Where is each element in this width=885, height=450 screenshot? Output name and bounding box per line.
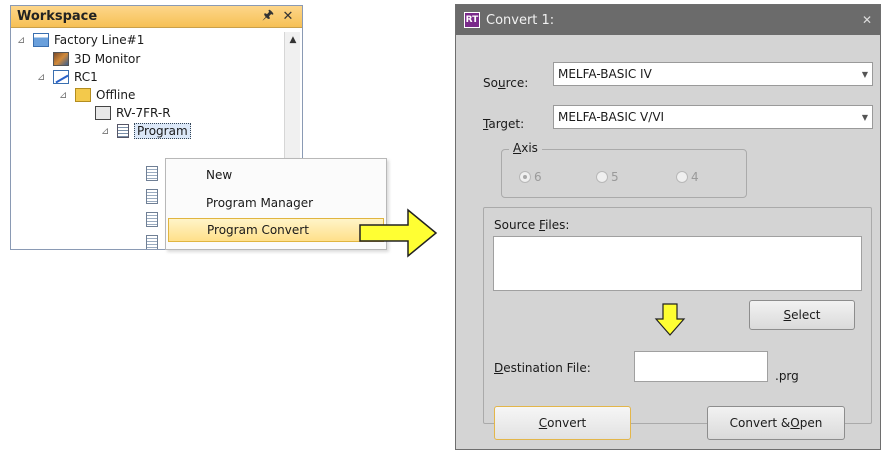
program-file-icon[interactable]	[146, 235, 158, 249]
dialog-titlebar: RT Convert 1: ✕	[456, 5, 880, 35]
down-arrow-icon	[654, 303, 686, 336]
controller-icon	[53, 70, 69, 84]
tree-item-label: Offline	[96, 88, 136, 102]
tree-item-rc1[interactable]: ⊿ RC1	[37, 68, 98, 86]
context-menu: New Program Manager Program Convert	[165, 158, 387, 250]
tree-item-offline[interactable]: ⊿ Offline	[59, 86, 135, 104]
chevron-down-icon[interactable]: ▼	[858, 113, 872, 122]
app-icon: RT	[464, 12, 480, 28]
robot-icon	[95, 106, 111, 120]
monitor-icon	[53, 52, 69, 66]
convert-open-button[interactable]: Convert & Open	[707, 406, 845, 440]
menu-item-program-manager[interactable]: Program Manager	[168, 191, 384, 215]
axis-radio-5[interactable]: 5	[596, 170, 619, 184]
axis-radio-4[interactable]: 4	[676, 170, 699, 184]
factory-icon	[33, 33, 49, 47]
target-label: Target:	[483, 117, 525, 131]
workspace-header: Workspace 🖈 ✕	[11, 6, 302, 28]
source-files-label: Source Files:	[494, 218, 570, 232]
select-button[interactable]: Select	[749, 300, 855, 330]
menu-item-program-convert[interactable]: Program Convert	[168, 218, 384, 242]
tree-item-label: RC1	[74, 70, 98, 84]
tree-item-label: Program	[134, 123, 191, 139]
tree-item-robot[interactable]: RV-7FR-R	[95, 104, 171, 122]
tree-item-factory[interactable]: ⊿ Factory Line#1	[17, 31, 144, 49]
menu-item-label: Program Manager	[206, 196, 314, 210]
collapse-icon[interactable]: ⊿	[101, 126, 113, 137]
program-file-icon[interactable]	[146, 189, 158, 204]
menu-item-label: Program Convert	[207, 223, 309, 237]
right-arrow-icon	[359, 208, 438, 258]
target-value: MELFA-BASIC V/VI	[558, 110, 665, 124]
close-icon[interactable]: ✕	[280, 9, 296, 24]
tree-item-label: RV-7FR-R	[116, 106, 171, 120]
source-label: Source:	[483, 76, 529, 90]
source-dropdown[interactable]: MELFA-BASIC IV ▼	[553, 62, 873, 86]
convert-dialog: RT Convert 1: ✕ Source: MELFA-BASIC IV ▼…	[455, 4, 881, 450]
program-file-icon[interactable]	[146, 212, 158, 227]
chevron-down-icon[interactable]: ▼	[858, 70, 872, 79]
axis-radio-6[interactable]: 6	[519, 170, 542, 184]
pin-icon[interactable]: 🖈	[260, 6, 276, 28]
dialog-close-icon[interactable]: ✕	[862, 13, 872, 27]
destination-file-input[interactable]	[634, 351, 768, 382]
target-dropdown[interactable]: MELFA-BASIC V/VI ▼	[553, 105, 873, 129]
collapse-icon[interactable]: ⊿	[59, 90, 71, 101]
source-value: MELFA-BASIC IV	[558, 67, 652, 81]
convert-button[interactable]: Convert	[494, 406, 631, 440]
menu-item-new[interactable]: New	[168, 163, 384, 187]
axis-label: Axis	[509, 141, 542, 155]
collapse-icon[interactable]: ⊿	[17, 35, 29, 46]
dialog-title: Convert 1:	[486, 12, 555, 28]
scroll-up-icon[interactable]: ▲	[285, 32, 301, 48]
destination-label: Destination File:	[494, 361, 591, 375]
radio-icon	[596, 171, 608, 183]
tree-item-program[interactable]: ⊿ Program	[101, 122, 191, 140]
radio-selected-icon	[519, 171, 531, 183]
source-files-list[interactable]	[493, 236, 862, 291]
offline-icon	[75, 88, 91, 102]
workspace-title: Workspace	[17, 9, 98, 24]
radio-icon	[676, 171, 688, 183]
extension-label: .prg	[775, 369, 799, 383]
tree-item-label: 3D Monitor	[74, 52, 141, 66]
tree-item-3d-monitor[interactable]: 3D Monitor	[53, 50, 140, 68]
program-file-icon[interactable]	[146, 166, 158, 181]
menu-item-label: New	[206, 168, 233, 182]
tree-item-label: Factory Line#1	[54, 33, 145, 47]
collapse-icon[interactable]: ⊿	[37, 72, 49, 83]
program-folder-icon	[117, 124, 129, 138]
